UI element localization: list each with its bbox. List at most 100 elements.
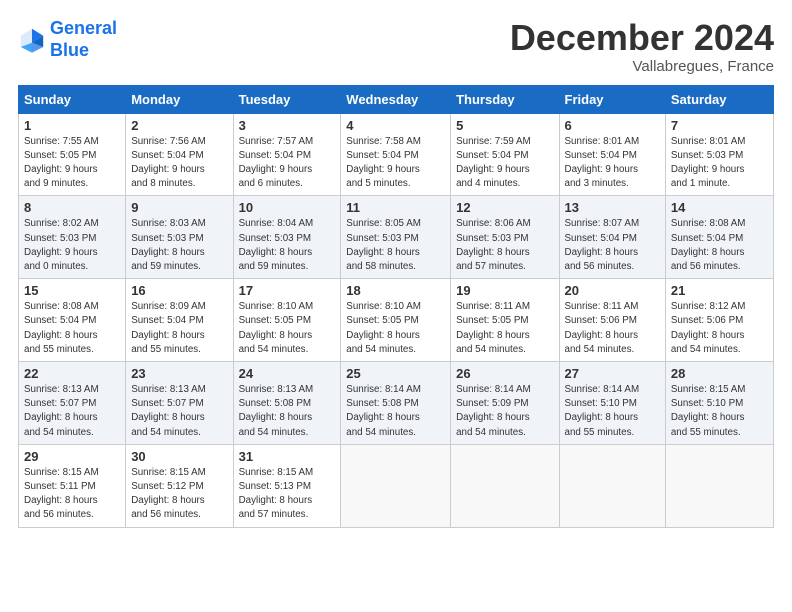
day-number: 17 bbox=[239, 283, 336, 298]
day-info: Sunrise: 8:14 AM Sunset: 5:10 PM Dayligh… bbox=[565, 383, 660, 440]
weekday-header-friday: Friday bbox=[559, 85, 665, 113]
calendar-cell: 29 Sunrise: 8:15 AM Sunset: 5:11 PM Dayli… bbox=[19, 444, 126, 527]
weekday-header-monday: Monday bbox=[126, 85, 233, 113]
month-title: December 2024 bbox=[510, 18, 774, 58]
day-info: Sunrise: 8:15 AM Sunset: 5:11 PM Dayligh… bbox=[24, 466, 120, 523]
calendar-cell: 17Sunrise: 8:10 AM Sunset: 5:05 PM Dayli… bbox=[233, 279, 341, 362]
calendar-cell: 21Sunrise: 8:12 AM Sunset: 5:06 PM Dayli… bbox=[665, 279, 773, 362]
calendar-cell: 20 Sunrise: 8:11 AM Sunset: 5:06 PM Dayli… bbox=[559, 279, 665, 362]
calendar-cell: 14 Sunrise: 8:08 AM Sunset: 5:04 PM Dayli… bbox=[665, 196, 773, 279]
day-info: Sunrise: 8:07 AM Sunset: 5:04 PM Dayligh… bbox=[565, 217, 660, 274]
day-number: 12 bbox=[456, 200, 553, 215]
weekday-header-sunday: Sunday bbox=[19, 85, 126, 113]
calendar-cell: 9 Sunrise: 8:03 AM Sunset: 5:03 PM Daylig… bbox=[126, 196, 233, 279]
day-info: Sunrise: 8:10 AM Sunset: 5:05 PM Dayligh… bbox=[346, 300, 445, 357]
calendar-cell bbox=[341, 444, 451, 527]
day-number: 20 bbox=[565, 283, 660, 298]
day-info: Sunrise: 8:01 AM Sunset: 5:04 PM Dayligh… bbox=[565, 135, 660, 192]
calendar-cell: 5 Sunrise: 7:59 AM Sunset: 5:04 PM Daylig… bbox=[451, 113, 559, 196]
logo-icon bbox=[18, 26, 46, 54]
day-number: 1 bbox=[24, 118, 120, 133]
calendar-cell: 1 Sunrise: 7:55 AM Sunset: 5:05 PM Daylig… bbox=[19, 113, 126, 196]
day-number: 25 bbox=[346, 366, 445, 381]
day-number: 27 bbox=[565, 366, 660, 381]
calendar-cell: 11Sunrise: 8:05 AM Sunset: 5:03 PM Dayli… bbox=[341, 196, 451, 279]
weekday-header-wednesday: Wednesday bbox=[341, 85, 451, 113]
day-info: Sunrise: 7:57 AM Sunset: 5:04 PM Dayligh… bbox=[239, 135, 336, 192]
day-info: Sunrise: 8:02 AM Sunset: 5:03 PM Dayligh… bbox=[24, 217, 120, 274]
day-number: 24 bbox=[239, 366, 336, 381]
day-info: Sunrise: 8:05 AM Sunset: 5:03 PM Dayligh… bbox=[346, 217, 445, 274]
day-number: 14 bbox=[671, 200, 768, 215]
weekday-header-thursday: Thursday bbox=[451, 85, 559, 113]
day-number: 18 bbox=[346, 283, 445, 298]
day-number: 15 bbox=[24, 283, 120, 298]
day-number: 26 bbox=[456, 366, 553, 381]
day-number: 19 bbox=[456, 283, 553, 298]
calendar-cell: 30Sunrise: 8:15 AM Sunset: 5:12 PM Dayli… bbox=[126, 444, 233, 527]
day-info: Sunrise: 8:08 AM Sunset: 5:04 PM Dayligh… bbox=[671, 217, 768, 274]
calendar-cell: 19Sunrise: 8:11 AM Sunset: 5:05 PM Dayli… bbox=[451, 279, 559, 362]
day-number: 13 bbox=[565, 200, 660, 215]
day-info: Sunrise: 8:06 AM Sunset: 5:03 PM Dayligh… bbox=[456, 217, 553, 274]
day-info: Sunrise: 7:58 AM Sunset: 5:04 PM Dayligh… bbox=[346, 135, 445, 192]
day-number: 16 bbox=[131, 283, 227, 298]
calendar-cell: 27 Sunrise: 8:14 AM Sunset: 5:10 PM Dayli… bbox=[559, 362, 665, 445]
weekday-header-tuesday: Tuesday bbox=[233, 85, 341, 113]
subtitle: Vallabregues, France bbox=[510, 58, 774, 75]
calendar-week-3: 15 Sunrise: 8:08 AM Sunset: 5:04 PM Dayli… bbox=[19, 279, 774, 362]
day-info: Sunrise: 7:59 AM Sunset: 5:04 PM Dayligh… bbox=[456, 135, 553, 192]
day-info: Sunrise: 8:09 AM Sunset: 5:04 PM Dayligh… bbox=[131, 300, 227, 357]
logo-text: General Blue bbox=[50, 18, 117, 61]
day-number: 23 bbox=[131, 366, 227, 381]
logo: General Blue bbox=[18, 18, 117, 61]
calendar-cell: 26 Sunrise: 8:14 AM Sunset: 5:09 PM Dayli… bbox=[451, 362, 559, 445]
day-info: Sunrise: 8:11 AM Sunset: 5:06 PM Dayligh… bbox=[565, 300, 660, 357]
calendar-cell: 22 Sunrise: 8:13 AM Sunset: 5:07 PM Dayli… bbox=[19, 362, 126, 445]
day-number: 7 bbox=[671, 118, 768, 133]
header: General Blue December 2024 Vallabregues,… bbox=[18, 18, 774, 75]
calendar-cell: 6 Sunrise: 8:01 AM Sunset: 5:04 PM Daylig… bbox=[559, 113, 665, 196]
day-info: Sunrise: 8:03 AM Sunset: 5:03 PM Dayligh… bbox=[131, 217, 227, 274]
day-number: 22 bbox=[24, 366, 120, 381]
calendar-cell: 24 Sunrise: 8:13 AM Sunset: 5:08 PM Dayli… bbox=[233, 362, 341, 445]
day-number: 28 bbox=[671, 366, 768, 381]
calendar-cell: 16 Sunrise: 8:09 AM Sunset: 5:04 PM Dayli… bbox=[126, 279, 233, 362]
calendar-week-4: 22 Sunrise: 8:13 AM Sunset: 5:07 PM Dayli… bbox=[19, 362, 774, 445]
weekday-header-saturday: Saturday bbox=[665, 85, 773, 113]
day-number: 31 bbox=[239, 449, 336, 464]
day-info: Sunrise: 8:12 AM Sunset: 5:06 PM Dayligh… bbox=[671, 300, 768, 357]
calendar-cell: 10Sunrise: 8:04 AM Sunset: 5:03 PM Dayli… bbox=[233, 196, 341, 279]
calendar-header-row: SundayMondayTuesdayWednesdayThursdayFrid… bbox=[19, 85, 774, 113]
day-info: Sunrise: 8:13 AM Sunset: 5:07 PM Dayligh… bbox=[24, 383, 120, 440]
day-number: 30 bbox=[131, 449, 227, 464]
calendar-week-5: 29 Sunrise: 8:15 AM Sunset: 5:11 PM Dayli… bbox=[19, 444, 774, 527]
day-info: Sunrise: 7:55 AM Sunset: 5:05 PM Dayligh… bbox=[24, 135, 120, 192]
day-info: Sunrise: 8:15 AM Sunset: 5:10 PM Dayligh… bbox=[671, 383, 768, 440]
calendar-cell: 18 Sunrise: 8:10 AM Sunset: 5:05 PM Dayli… bbox=[341, 279, 451, 362]
day-number: 9 bbox=[131, 200, 227, 215]
day-info: Sunrise: 8:14 AM Sunset: 5:09 PM Dayligh… bbox=[456, 383, 553, 440]
calendar-week-1: 1 Sunrise: 7:55 AM Sunset: 5:05 PM Daylig… bbox=[19, 113, 774, 196]
day-number: 8 bbox=[24, 200, 120, 215]
day-info: Sunrise: 8:15 AM Sunset: 5:13 PM Dayligh… bbox=[239, 466, 336, 523]
day-number: 6 bbox=[565, 118, 660, 133]
calendar-cell bbox=[559, 444, 665, 527]
calendar-cell: 2 Sunrise: 7:56 AM Sunset: 5:04 PM Daylig… bbox=[126, 113, 233, 196]
calendar-cell: 15 Sunrise: 8:08 AM Sunset: 5:04 PM Dayli… bbox=[19, 279, 126, 362]
day-number: 10 bbox=[239, 200, 336, 215]
calendar-week-2: 8 Sunrise: 8:02 AM Sunset: 5:03 PM Daylig… bbox=[19, 196, 774, 279]
day-number: 29 bbox=[24, 449, 120, 464]
day-number: 2 bbox=[131, 118, 227, 133]
calendar-cell: 7 Sunrise: 8:01 AM Sunset: 5:03 PM Daylig… bbox=[665, 113, 773, 196]
day-number: 4 bbox=[346, 118, 445, 133]
calendar-cell bbox=[665, 444, 773, 527]
day-info: Sunrise: 8:08 AM Sunset: 5:04 PM Dayligh… bbox=[24, 300, 120, 357]
day-info: Sunrise: 7:56 AM Sunset: 5:04 PM Dayligh… bbox=[131, 135, 227, 192]
day-info: Sunrise: 8:13 AM Sunset: 5:08 PM Dayligh… bbox=[239, 383, 336, 440]
page: General Blue December 2024 Vallabregues,… bbox=[0, 0, 792, 612]
day-info: Sunrise: 8:01 AM Sunset: 5:03 PM Dayligh… bbox=[671, 135, 768, 192]
day-number: 5 bbox=[456, 118, 553, 133]
calendar-cell: 4 Sunrise: 7:58 AM Sunset: 5:04 PM Daylig… bbox=[341, 113, 451, 196]
calendar-cell bbox=[451, 444, 559, 527]
